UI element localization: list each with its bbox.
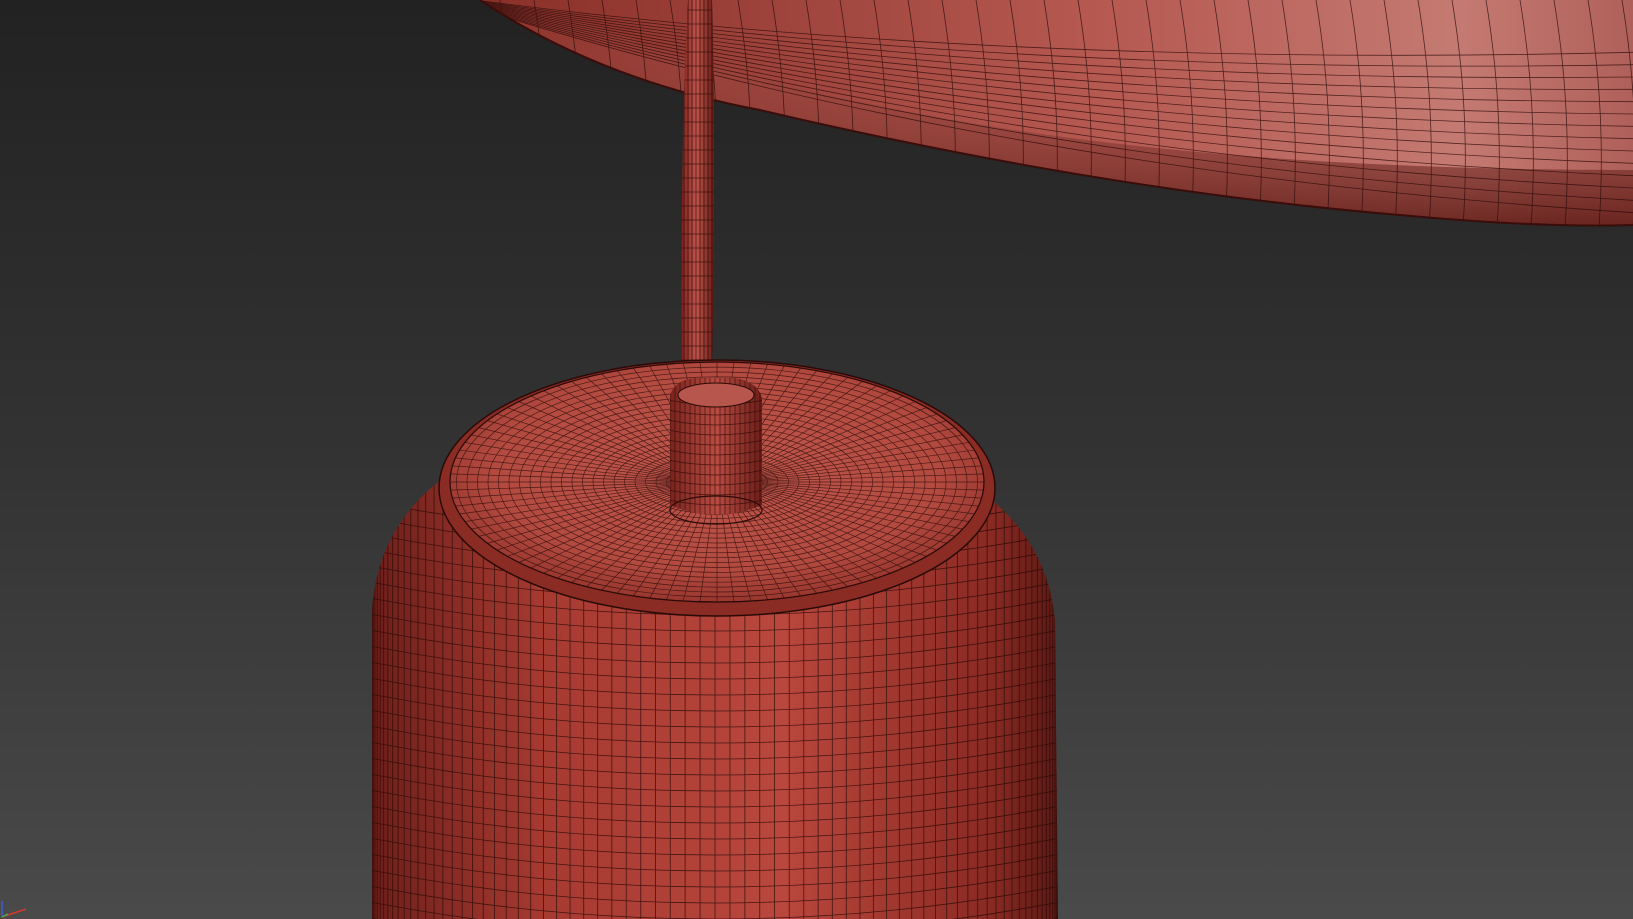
lamp-stem[interactable] (680, 0, 716, 380)
3d-viewport[interactable] (0, 0, 1633, 919)
stem-collar[interactable] (668, 378, 764, 525)
viewport-scene[interactable] (0, 0, 1633, 919)
axis-gizmo-icon (1, 901, 27, 918)
